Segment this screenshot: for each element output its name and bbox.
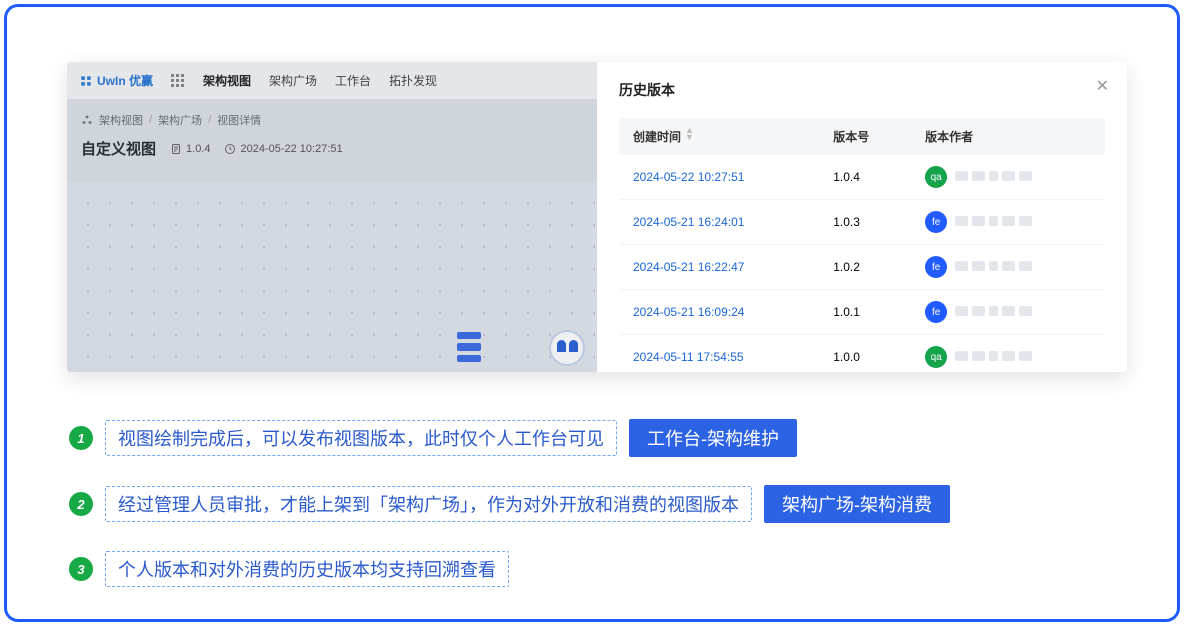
note-row: 3 个人版本和对外消费的历史版本均支持回溯查看	[69, 551, 950, 587]
cell-version: 1.0.2	[819, 245, 911, 290]
note-number: 1	[69, 426, 93, 450]
page-frame: UwIn 优赢 架构视图 架构广场 工作台 拓扑发现 架构视图/ 架构广场/ 视…	[4, 4, 1180, 622]
author-blur	[955, 261, 1032, 271]
author-tag: fe	[925, 211, 947, 233]
table-row[interactable]: 2024-05-21 16:09:241.0.1 fe	[619, 290, 1105, 335]
cell-version: 1.0.3	[819, 200, 911, 245]
note-text: 经过管理人员审批，才能上架到「架构广场」，作为对外开放和消费的视图版本	[105, 486, 752, 522]
note-row: 1 视图绘制完成后，可以发布视图版本，此时仅个人工作台可见工作台-架构维护	[69, 419, 950, 457]
cell-version: 1.0.1	[819, 290, 911, 335]
note-text: 个人版本和对外消费的历史版本均支持回溯查看	[105, 551, 509, 587]
cell-author: qa	[911, 155, 1105, 200]
note-number: 2	[69, 492, 93, 516]
cell-created[interactable]: 2024-05-21 16:22:47	[619, 245, 819, 290]
table-row[interactable]: 2024-05-22 10:27:511.0.4 qa	[619, 155, 1105, 200]
history-drawer: 历史版本 ✕ 创建时间▲▼ 版本号 版本作者 2024-05-22 10:27:…	[597, 62, 1127, 372]
author-blur	[955, 171, 1032, 181]
cell-created[interactable]: 2024-05-22 10:27:51	[619, 155, 819, 200]
col-created[interactable]: 创建时间▲▼	[619, 118, 819, 155]
author-tag: fe	[925, 301, 947, 323]
note-button[interactable]: 工作台-架构维护	[629, 419, 797, 457]
table-row[interactable]: 2024-05-21 16:24:011.0.3 fe	[619, 200, 1105, 245]
history-table: 创建时间▲▼ 版本号 版本作者 2024-05-22 10:27:511.0.4…	[619, 118, 1105, 372]
col-version: 版本号	[819, 118, 911, 155]
cell-version: 1.0.4	[819, 155, 911, 200]
cell-author: qa	[911, 335, 1105, 373]
table-row[interactable]: 2024-05-11 17:54:551.0.0 qa	[619, 335, 1105, 373]
note-number: 3	[69, 557, 93, 581]
col-author: 版本作者	[911, 118, 1105, 155]
overlay-mask	[67, 62, 597, 372]
author-tag: qa	[925, 166, 947, 188]
app-panel: UwIn 优赢 架构视图 架构广场 工作台 拓扑发现 架构视图/ 架构广场/ 视…	[67, 62, 597, 372]
close-icon[interactable]: ✕	[1096, 76, 1109, 96]
author-tag: qa	[925, 346, 947, 368]
cell-created[interactable]: 2024-05-21 16:09:24	[619, 290, 819, 335]
screenshot-card: UwIn 优赢 架构视图 架构广场 工作台 拓扑发现 架构视图/ 架构广场/ 视…	[67, 62, 1127, 372]
author-tag: fe	[925, 256, 947, 278]
author-blur	[955, 351, 1032, 361]
cell-author: fe	[911, 290, 1105, 335]
cell-created[interactable]: 2024-05-11 17:54:55	[619, 335, 819, 373]
author-blur	[955, 216, 1032, 226]
author-blur	[955, 306, 1032, 316]
cell-author: fe	[911, 245, 1105, 290]
cell-created[interactable]: 2024-05-21 16:24:01	[619, 200, 819, 245]
table-row[interactable]: 2024-05-21 16:22:471.0.2 fe	[619, 245, 1105, 290]
cell-version: 1.0.0	[819, 335, 911, 373]
cell-author: fe	[911, 200, 1105, 245]
note-row: 2 经过管理人员审批，才能上架到「架构广场」，作为对外开放和消费的视图版本架构广场…	[69, 485, 950, 523]
drawer-title: 历史版本	[619, 80, 1105, 100]
note-text: 视图绘制完成后，可以发布视图版本，此时仅个人工作台可见	[105, 420, 617, 456]
note-button[interactable]: 架构广场-架构消费	[764, 485, 950, 523]
sort-icon[interactable]: ▲▼	[685, 127, 694, 141]
notes-list: 1 视图绘制完成后，可以发布视图版本，此时仅个人工作台可见工作台-架构维护 2 经过管…	[69, 419, 950, 615]
